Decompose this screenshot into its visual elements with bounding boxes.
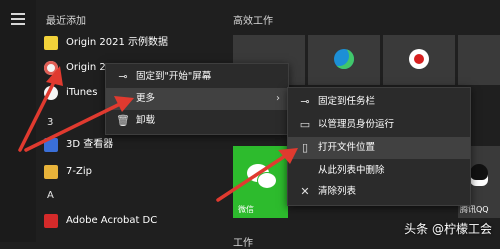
menu-item-label: 卸载 xyxy=(136,115,156,126)
context-menu: ⊸ 固定到"开始"屏幕 更多 › 🗑 卸载 xyxy=(105,63,289,135)
app-item-origin-sample[interactable]: Origin 2021 示例数据 xyxy=(44,33,224,53)
menu-item-label: 固定到任务栏 xyxy=(318,96,376,107)
menu-item-open-file-location[interactable]: ▯ 打开文件位置 xyxy=(288,137,470,159)
acrobat-icon xyxy=(44,214,58,228)
group-header-a[interactable]: A xyxy=(47,190,54,201)
tile-record[interactable] xyxy=(383,35,455,85)
app-item-3d-viewer[interactable]: 3D 查看器 xyxy=(44,135,224,155)
cube-icon xyxy=(44,138,58,152)
pin-icon: ⊸ xyxy=(118,70,128,83)
folder-icon xyxy=(44,165,58,179)
chevron-right-icon: › xyxy=(276,93,280,104)
shield-icon: ▭ xyxy=(299,118,311,131)
app-label: Origin 2021 示例数据 xyxy=(66,37,169,48)
wechat-icon-bubble xyxy=(257,172,277,189)
app-item-7zip[interactable]: 7-Zip xyxy=(44,162,224,182)
itunes-icon xyxy=(44,86,58,100)
group-header-3[interactable]: 3 xyxy=(47,117,53,128)
tile-wechat[interactable]: 微信 xyxy=(233,146,288,218)
app-item-acrobat[interactable]: Adobe Acrobat DC xyxy=(44,211,224,231)
origin-icon xyxy=(44,61,58,75)
menu-item-remove-from-list[interactable]: 从此列表中删除 xyxy=(288,160,470,182)
menu-item-label: 打开文件位置 xyxy=(318,142,376,153)
trash-icon: 🗑 xyxy=(116,114,130,127)
tile-edge[interactable] xyxy=(308,35,380,85)
file-icon: ▯ xyxy=(301,141,309,154)
menu-item-clear-list[interactable]: ✕ 清除列表 xyxy=(288,181,470,203)
menu-item-run-as-admin[interactable]: ▭ 以管理员身份运行 xyxy=(288,114,470,136)
close-icon: ✕ xyxy=(300,185,310,198)
menu-item-label: 更多 xyxy=(136,93,156,104)
menu-item-label: 从此列表中删除 xyxy=(318,165,385,176)
tile-label: 微信 xyxy=(238,205,254,214)
menu-item-more[interactable]: 更多 › xyxy=(106,88,288,110)
hamburger-icon[interactable] xyxy=(11,13,25,25)
menu-item-label: 固定到"开始"屏幕 xyxy=(136,71,212,82)
submenu: ⊸ 固定到任务栏 ▭ 以管理员身份运行 ▯ 打开文件位置 从此列表中删除 ✕ 清… xyxy=(287,87,471,206)
edge-icon xyxy=(334,49,354,69)
menu-item-label: 清除列表 xyxy=(318,186,357,197)
tile[interactable] xyxy=(458,35,500,85)
menu-item-pin-start[interactable]: ⊸ 固定到"开始"屏幕 xyxy=(106,66,288,88)
record-icon xyxy=(409,49,429,69)
recent-added-label: 最近添加 xyxy=(46,16,86,27)
tiles-group-label: 高效工作 xyxy=(233,16,273,27)
watermark: 头条 @柠檬工会 xyxy=(404,222,492,236)
start-rail xyxy=(0,0,36,242)
app-label: 3D 查看器 xyxy=(66,139,114,150)
app-label: Adobe Acrobat DC xyxy=(66,215,158,226)
origin-icon xyxy=(44,36,58,50)
menu-item-label: 以管理员身份运行 xyxy=(318,119,395,130)
qq-penguin-icon xyxy=(470,164,488,186)
menu-item-uninstall[interactable]: 🗑 卸载 xyxy=(106,110,288,132)
app-label: 7-Zip xyxy=(66,166,92,177)
menu-item-pin-taskbar[interactable]: ⊸ 固定到任务栏 xyxy=(288,91,470,113)
pin-icon: ⊸ xyxy=(300,95,310,108)
app-label: iTunes xyxy=(66,87,98,98)
